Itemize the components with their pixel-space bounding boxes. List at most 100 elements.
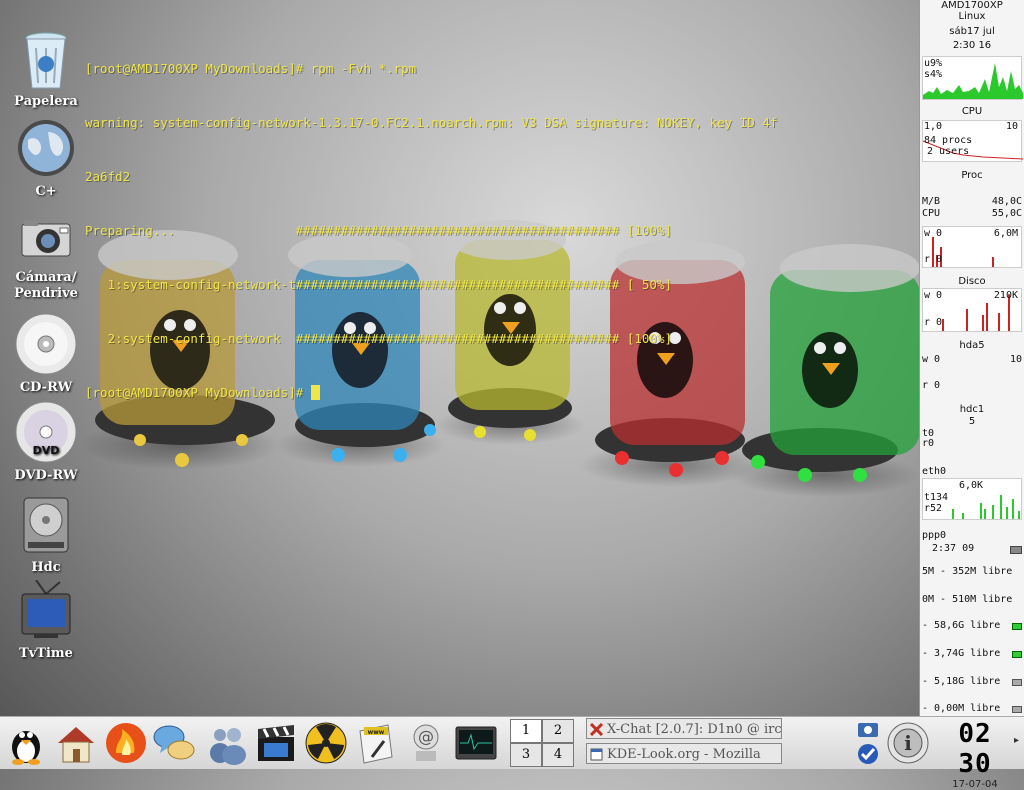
hda5-write-label: w 0 [922,354,941,365]
desktop-icon-trash[interactable]: Papelera [6,28,86,110]
mem-text: 5M - 352M libre [922,566,1013,577]
radiation-icon[interactable] [304,721,348,765]
cpu-user-percent: u9% [924,58,943,69]
ppp0-time-row: 2:37 09 [922,543,1022,554]
proc-title: Proc [961,170,983,181]
fs-row: - 5,18G libre [922,676,1022,687]
network-tray-icon[interactable] [856,719,880,741]
eth0-rx: r52 [924,503,943,514]
video-clapper-icon[interactable] [254,721,298,765]
fs-text: - 3,74G libre [922,648,1001,659]
terminal-prompt-line[interactable]: [root@AMD1700XP MyDownloads]# [85,384,915,402]
fs-bar [1012,623,1022,630]
load-graph: 1,0 10 84 procs 2 users [922,120,1023,162]
fs-row: - 3,74G libre [922,648,1022,659]
taskbar-clock[interactable]: 02 30 17-07-04 [940,719,1010,790]
eth0-rate: 6,0K [959,480,984,491]
terminal-prompt: [root@AMD1700XP MyDownloads]# [85,385,311,400]
desktop-icon-c-plus[interactable]: C+ [6,118,86,200]
disk-read-label: r 0 [924,317,943,328]
io-graph: w 0 6,0M r 0 [922,226,1022,268]
system-monitor-panel: AMD1700XP Linux sáb17 jul 2:30 16 u9% s4… [919,0,1024,716]
mb-temp: 48,0C [991,196,1022,207]
cpu-system-percent: s4% [924,69,943,80]
mail-at-icon[interactable]: @ [404,721,448,765]
monitor-hostname: AMD1700XP [941,0,1003,11]
process-count: 84 procs [924,135,973,146]
swap-row: 0M - 510M libre [922,594,1022,605]
svg-text:@: @ [418,727,434,746]
disk-graph: w 0 210K r 0 [922,288,1022,332]
hda5-read-row: r 0 [922,380,1022,391]
tux-menu-icon[interactable] [4,721,48,765]
terminal-line: Preparing... ###########################… [85,223,672,238]
monitor-date: sáb17 jul [949,26,995,37]
clock-time: 02 30 [958,719,992,779]
taskbar-scroll-arrow-icon[interactable]: ▸ [1014,735,1019,746]
mb-label: M/B [922,196,941,207]
io-write-label: w 0 [924,228,943,239]
fs-text: - 5,18G libre [922,676,1001,687]
io-read-label: r 0 [924,254,943,265]
ppp0-title-row: ppp0 [922,530,1022,541]
hda5-write-row: w 0 10 [922,354,1022,365]
desktop-4[interactable]: 4 [542,743,574,767]
fs-text: - 58,6G libre [922,620,1001,631]
fs-bar [1012,706,1022,713]
load-value: 1,0 [924,121,943,132]
konqueror-fire-icon[interactable] [104,721,148,765]
hda5-title: hda5 [959,340,985,351]
load-max: 10 [1005,121,1018,132]
terminal-cursor [310,385,320,400]
monitor-time: 2:30 16 [952,40,992,51]
globe-drive-icon [14,118,78,182]
task-mozilla[interactable]: KDE-Look.org - Mozilla [586,743,782,764]
chat-bubbles-icon[interactable] [152,721,196,765]
eth0-title: eth0 [922,466,947,477]
mozilla-icon [590,747,603,761]
svg-text:www: www [368,729,385,736]
fs-bar [1012,651,1022,658]
eth0-title-row: eth0 [922,466,1022,477]
hdc1-r-row: r0 [922,438,1022,449]
www-editor-icon[interactable]: www [354,721,398,765]
user-count: 2 users [927,146,970,157]
disk-write-value: 210K [993,290,1018,301]
desktop-icon-label: Papelera [14,94,78,109]
io-write-value: 6,0M [993,228,1018,239]
hda5-read-label: r 0 [922,380,941,391]
task-xchat[interactable]: X-Chat [2.0.7]: D1n0 @ irc [586,718,782,739]
info-tray-icon[interactable]: i [886,721,930,765]
ppp0-time: 2:37 09 [932,543,975,554]
fs-text: - 0,00M libre [922,703,1001,714]
disk-write-label: w 0 [924,290,943,301]
check-tray-icon[interactable] [856,743,880,765]
task-title: KDE-Look.org - Mozilla [607,747,761,762]
desktop-2[interactable]: 2 [542,719,574,743]
mem-row: 5M - 352M libre [922,566,1022,577]
cpu-title: CPU [961,106,983,117]
hdc1-r-label: r0 [922,438,935,449]
monitor-os: Linux [958,11,986,22]
fs-bar [1012,679,1022,686]
terminal-output[interactable]: [root@AMD1700XP MyDownloads]# rpm -Fvh *… [85,24,915,420]
hdc1-value: 5 [968,416,976,427]
ppp0-led [1010,546,1022,554]
disk-title: Disco [958,276,986,287]
fs-row: - 0,00M libre [922,703,1022,714]
cpu-graph: u9% s4% [922,56,1023,100]
terminal-line: [root@AMD1700XP MyDownloads]# rpm -Fvh *… [85,61,417,76]
cpu-temp: 55,0C [991,208,1022,219]
desktop-3[interactable]: 3 [510,743,542,767]
desktop-1[interactable]: 1 [510,719,542,743]
terminal-line: 1:system-config-network-t###############… [85,277,672,292]
users-icon[interactable] [204,721,248,765]
swap-text: 0M - 510M libre [922,594,1013,605]
eth0-tx: t134 [924,492,949,503]
taskbar: www @ 1 2 3 4 X-Chat [2.0.7]: D1n0 @ irc [0,716,1024,790]
terminal-monitor-icon[interactable] [454,721,498,765]
home-icon[interactable] [54,721,98,765]
mb-temp-row: M/B 48,0C [922,196,1022,207]
fs-row: - 58,6G libre [922,620,1022,631]
clock-date: 17-07-04 [952,779,998,790]
